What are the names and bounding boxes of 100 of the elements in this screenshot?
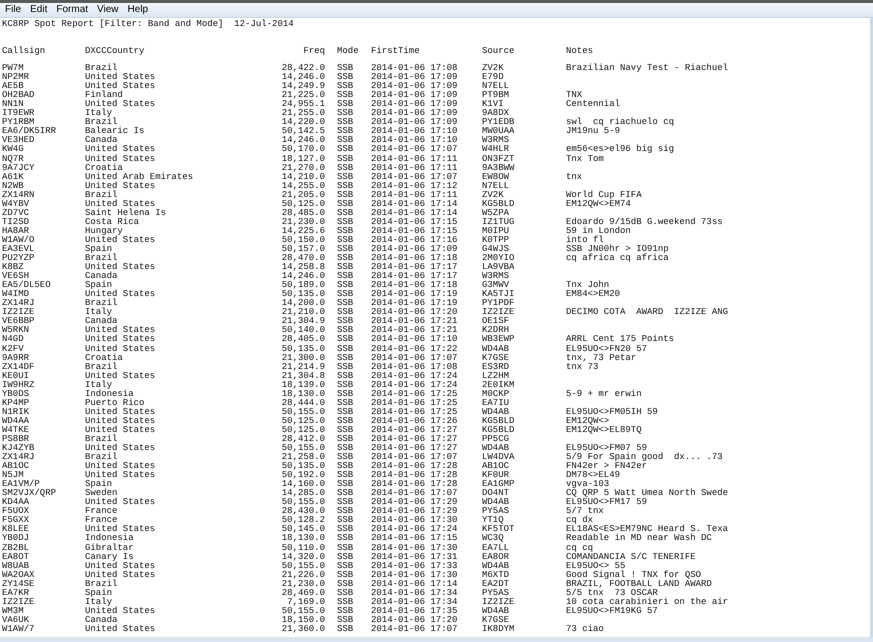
table-cell: SSB bbox=[337, 172, 354, 182]
table-cell: cq africa cq africa bbox=[566, 253, 669, 264]
table-cell: 28,412.0 bbox=[282, 434, 325, 444]
table-cell: SSB JN00hr > IO91np bbox=[566, 244, 669, 254]
table-cell: M0CKP bbox=[482, 388, 510, 399]
table-cell: SSB bbox=[337, 81, 354, 92]
table-cell: PW7M bbox=[2, 63, 24, 74]
table-cell: Brazil bbox=[85, 362, 118, 372]
table-cell: SSB bbox=[337, 434, 354, 444]
table-cell: PY5AS bbox=[482, 588, 510, 598]
table-cell: Good Signal ! TNX for QSO bbox=[566, 570, 702, 580]
table-cell: SSB bbox=[337, 606, 354, 616]
table-cell: YB0DS bbox=[2, 388, 30, 399]
table-cell: Spain bbox=[85, 588, 112, 598]
menu-item[interactable]: View bbox=[97, 4, 119, 16]
table-cell: SSB bbox=[337, 325, 354, 336]
table-cell: Brazilian Navy Test - Riachuel bbox=[566, 63, 728, 74]
table-cell: W4IMD bbox=[2, 289, 30, 300]
table-cell: 50,135.0 bbox=[282, 461, 325, 472]
table-cell: SSB bbox=[337, 244, 354, 254]
table-cell: SSB bbox=[337, 596, 354, 607]
table-cell: 2014-01-06 17:24 bbox=[371, 370, 458, 381]
table-cell: DM78<>EL49 bbox=[566, 470, 620, 480]
table-cell: WD4AB bbox=[482, 406, 510, 417]
menu-item[interactable]: Help bbox=[128, 4, 148, 16]
table-cell: 2014-01-06 17:30 bbox=[371, 542, 458, 553]
table-cell: 21,230.0 bbox=[282, 578, 325, 589]
table-cell: AE5B bbox=[2, 81, 24, 92]
table-cell: K8LEE bbox=[2, 524, 30, 534]
table-cell: SSB bbox=[337, 515, 354, 526]
table-cell: 2014-01-06 17:17 bbox=[371, 271, 458, 282]
table-cell: Canary Is bbox=[85, 552, 134, 562]
table-cell: EM12QW<>EM74 bbox=[566, 198, 631, 209]
table-cell: KW4G bbox=[2, 144, 24, 154]
table-cell: LZ2HM bbox=[482, 370, 510, 381]
table-cell: Indonesia bbox=[85, 533, 134, 544]
table-cell: cq cq bbox=[566, 542, 594, 553]
table-cell: 14,246.0 bbox=[282, 135, 325, 146]
table-cell: 28,430.0 bbox=[282, 506, 325, 516]
table-cell: 5/9 For Spain good dx... .73 bbox=[566, 452, 723, 462]
table-cell: 2014-01-06 17:09 bbox=[371, 117, 458, 128]
table-cell: FN42er > FN42er bbox=[566, 461, 648, 472]
table-cell: 2014-01-06 17:25 bbox=[371, 388, 458, 399]
table-cell: 50,155.0 bbox=[282, 406, 325, 417]
table-cell: SSB bbox=[337, 72, 354, 82]
table-cell: 5/5 tnx 73 OSCAR bbox=[566, 588, 658, 598]
table-cell: 2014-01-06 17:11 bbox=[371, 162, 458, 173]
table-cell: 9A8DX bbox=[482, 108, 510, 118]
table-cell: 2014-01-06 17:21 bbox=[371, 325, 458, 336]
table-cell: Gibraltar bbox=[85, 542, 134, 553]
table-cell: 21,214.9 bbox=[282, 362, 325, 372]
menu-item[interactable]: File bbox=[5, 4, 22, 16]
table-cell: EL95UO<>FM19KG 57 bbox=[566, 606, 658, 616]
table-cell: 18,150.0 bbox=[282, 614, 325, 625]
table-cell: EA2DT bbox=[482, 578, 510, 589]
table-cell: Brazil bbox=[85, 452, 118, 462]
table-cell: PY1PDF bbox=[482, 298, 514, 308]
table-cell: Finland bbox=[85, 90, 123, 100]
table-cell: Italy bbox=[85, 307, 112, 318]
table-cell: KG5BLD bbox=[482, 198, 514, 209]
table-cell: N5JM bbox=[2, 470, 24, 480]
table-cell: NP2MR bbox=[2, 72, 30, 82]
menu-item[interactable]: Format bbox=[56, 4, 88, 16]
table-cell: SSB bbox=[337, 198, 354, 209]
table-cell: EA7KR bbox=[2, 588, 30, 598]
table-cell: SSB bbox=[337, 162, 354, 173]
table-cell: ZV2K bbox=[482, 63, 504, 74]
table-cell: Brazil bbox=[85, 434, 118, 444]
column-header: Callsign bbox=[2, 46, 46, 56]
table-cell: SSB bbox=[337, 352, 354, 363]
table-cell: EL95UO<> 55 bbox=[566, 560, 626, 571]
table-cell: United States bbox=[85, 99, 156, 110]
table-cell: WA2OAX bbox=[2, 570, 34, 580]
table-cell: SSB bbox=[337, 461, 354, 472]
table-cell: SSB bbox=[337, 524, 354, 534]
table-cell: IZ2IZE bbox=[2, 307, 34, 318]
table-cell: 2014-01-06 17:09 bbox=[371, 99, 458, 110]
table-cell: United States bbox=[85, 497, 156, 508]
table-cell: TI2SD bbox=[2, 216, 30, 227]
table-cell: Indonesia bbox=[85, 388, 134, 399]
table-cell: W1AW/O bbox=[2, 234, 34, 245]
table-cell: DECIMO COTA AWARD IZ2IZE ANG bbox=[566, 307, 728, 318]
table-cell: United States bbox=[85, 180, 156, 191]
table-cell: KF0UR bbox=[482, 470, 510, 480]
table-cell: 14,255.0 bbox=[282, 180, 325, 191]
menu-item[interactable]: Edit bbox=[30, 4, 48, 16]
table-cell: Tnx John bbox=[566, 280, 610, 290]
table-cell: 59 in London bbox=[566, 226, 631, 236]
table-cell: 2014-01-06 17:09 bbox=[371, 90, 458, 100]
table-cell: KE0UI bbox=[2, 370, 30, 381]
table-cell: 50,155.0 bbox=[282, 606, 325, 616]
table-cell: SSB bbox=[337, 226, 354, 236]
table-cell: 2014-01-06 17:14 bbox=[371, 578, 458, 589]
table-cell: 2014-01-06 17:27 bbox=[371, 434, 458, 444]
table-cell: IZ2IZE bbox=[482, 307, 514, 318]
table-cell: 50,157.0 bbox=[282, 244, 325, 254]
table-cell: YT1Q bbox=[482, 515, 504, 526]
table-cell: SSB bbox=[337, 208, 354, 218]
table-cell: 10 cota carabinieri on the air bbox=[566, 596, 728, 607]
table-cell: 2014-01-06 17:26 bbox=[371, 416, 458, 426]
